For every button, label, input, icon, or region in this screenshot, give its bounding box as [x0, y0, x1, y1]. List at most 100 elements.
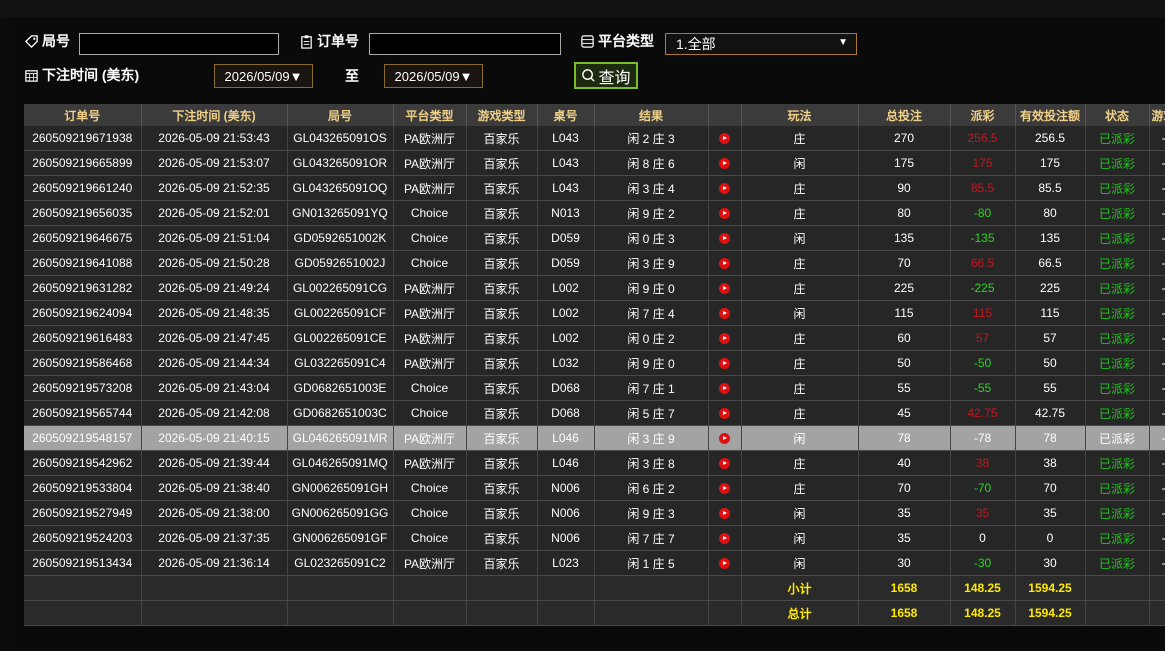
video-play-icon[interactable]: [719, 358, 730, 370]
video-play-icon[interactable]: [719, 308, 730, 320]
video-play-icon[interactable]: [719, 558, 730, 570]
platform-cell: PA欧洲厅: [393, 175, 467, 201]
game-extra-cell: -: [1149, 425, 1165, 451]
game-extra-cell: -: [1149, 550, 1165, 576]
game-extra-cell: -: [1149, 325, 1165, 351]
payout-cell: -70: [950, 475, 1016, 501]
platform-cell: Choice: [393, 225, 467, 251]
platform-cell: Choice: [393, 500, 467, 526]
order-no-cell: 260509219513434: [24, 550, 142, 576]
game-no-cell: GL043265091OR: [287, 150, 394, 176]
bet-time-cell: 2026-05-09 21:36:14: [141, 550, 288, 576]
valid-bet-cell: 35: [1015, 500, 1086, 526]
column-header: 状态: [1085, 104, 1150, 126]
table-row[interactable]: 260509219527949 2026-05-09 21:38:00 GN0062…: [24, 500, 1165, 526]
bet-record-table: 订单号 下注时间 (美东) 局号 平台类型 游戏类型 桌号 结果 玩法 总投注 派彩 有效投注额 状态…: [24, 104, 1165, 626]
video-play-icon[interactable]: [719, 133, 730, 145]
total-bet-cell: 135: [858, 225, 951, 251]
valid-bet-cell: 115: [1015, 300, 1086, 326]
table-row[interactable]: 260509219661240 2026-05-09 21:52:35 GL0432…: [24, 175, 1165, 201]
table-row[interactable]: 260509219641088 2026-05-09 21:50:28 GD0592…: [24, 250, 1165, 276]
video-play-icon[interactable]: [719, 258, 730, 270]
table-row[interactable]: 260509219513434 2026-05-09 21:36:14 GL0232…: [24, 550, 1165, 576]
status-cell: 已派彩: [1085, 550, 1150, 576]
payout-cell: -78: [950, 425, 1016, 451]
game-type-cell: 百家乐: [466, 300, 538, 326]
game-no-cell: GD0592651002K: [287, 225, 394, 251]
video-play-icon[interactable]: [719, 533, 730, 545]
video-play-icon[interactable]: [719, 508, 730, 520]
total-row-payout: 148.25: [950, 600, 1016, 626]
table-row[interactable]: 260509219665899 2026-05-09 21:53:07 GL0432…: [24, 150, 1165, 176]
table-row[interactable]: 260509219573208 2026-05-09 21:43:04 GD0682…: [24, 375, 1165, 401]
column-header: 局号: [287, 104, 394, 126]
status-cell: 已派彩: [1085, 500, 1150, 526]
status-cell: 已派彩: [1085, 200, 1150, 226]
result-cell: 闲 9 庄 0: [594, 350, 709, 376]
table-no-cell: D068: [537, 400, 595, 426]
game-type-cell: 百家乐: [466, 500, 538, 526]
column-header: 游戏: [1149, 104, 1165, 126]
bet-time-cell: 2026-05-09 21:50:28: [141, 250, 288, 276]
bet-time-cell: 2026-05-09 21:52:35: [141, 175, 288, 201]
video-play-icon[interactable]: [719, 433, 730, 445]
replay-cell: [708, 126, 742, 151]
order-no-cell: 260509219548157: [24, 425, 142, 451]
video-play-icon[interactable]: [719, 383, 730, 395]
table-row[interactable]: 260509219542962 2026-05-09 21:39:44 GL0462…: [24, 450, 1165, 476]
table-no-cell: L032: [537, 350, 595, 376]
game-no-input[interactable]: [79, 33, 279, 55]
game-extra-cell: -: [1149, 300, 1165, 326]
video-play-icon[interactable]: [719, 408, 730, 420]
video-play-icon[interactable]: [719, 208, 730, 220]
table-row[interactable]: 260509219616483 2026-05-09 21:47:45 GL0022…: [24, 325, 1165, 351]
total-bet-cell: 50: [858, 350, 951, 376]
table-row[interactable]: 260509219624094 2026-05-09 21:48:35 GL0022…: [24, 300, 1165, 326]
table-row[interactable]: 260509219565744 2026-05-09 21:42:08 GD0682…: [24, 400, 1165, 426]
table-row[interactable]: 260509219646675 2026-05-09 21:51:04 GD0592…: [24, 225, 1165, 251]
result-cell: 闲 9 庄 2: [594, 200, 709, 226]
game-type-cell: 百家乐: [466, 400, 538, 426]
date-from-picker[interactable]: 2026/05/09▼: [214, 64, 313, 88]
result-cell: 闲 3 庄 4: [594, 175, 709, 201]
result-cell: 闲 3 庄 8: [594, 450, 709, 476]
video-play-icon[interactable]: [719, 458, 730, 470]
video-play-icon[interactable]: [719, 183, 730, 195]
table-row[interactable]: 260509219524203 2026-05-09 21:37:35 GN0062…: [24, 525, 1165, 551]
bet-type-cell: 闲: [741, 550, 859, 576]
table-row[interactable]: 260509219656035 2026-05-09 21:52:01 GN0132…: [24, 200, 1165, 226]
table-row[interactable]: 260509219533804 2026-05-09 21:38:40 GN0062…: [24, 475, 1165, 501]
empty-cell: [594, 600, 709, 626]
empty-cell: [287, 575, 394, 601]
platform-select[interactable]: 1.全部 ▼: [665, 33, 857, 55]
platform-cell: PA欧洲厅: [393, 425, 467, 451]
empty-cell: [141, 600, 288, 626]
column-header: 派彩: [950, 104, 1016, 126]
video-play-icon[interactable]: [719, 333, 730, 345]
replay-cell: [708, 400, 742, 426]
table-row[interactable]: 260509219671938 2026-05-09 21:53:43 GL0432…: [24, 126, 1165, 151]
platform-cell: PA欧洲厅: [393, 325, 467, 351]
video-play-icon[interactable]: [719, 158, 730, 170]
valid-bet-cell: 256.5: [1015, 126, 1086, 151]
video-play-icon[interactable]: [719, 283, 730, 295]
table-row[interactable]: 260509219631282 2026-05-09 21:49:24 GL0022…: [24, 275, 1165, 301]
replay-cell: [708, 350, 742, 376]
empty-cell: [708, 575, 742, 601]
game-no-label: 局号: [24, 31, 70, 51]
result-cell: 闲 7 庄 7: [594, 525, 709, 551]
table-row[interactable]: 260509219548157 2026-05-09 21:40:15 GL0462…: [24, 425, 1165, 451]
total-bet-cell: 80: [858, 200, 951, 226]
date-to-picker[interactable]: 2026/05/09▼: [384, 64, 483, 88]
column-header: 下注时间 (美东): [141, 104, 288, 126]
bet-time-cell: 2026-05-09 21:51:04: [141, 225, 288, 251]
table-no-cell: L023: [537, 550, 595, 576]
table-row[interactable]: 260509219586468 2026-05-09 21:44:34 GL0322…: [24, 350, 1165, 376]
video-play-icon[interactable]: [719, 233, 730, 245]
platform-cell: PA欧洲厅: [393, 300, 467, 326]
result-cell: 闲 1 庄 5: [594, 550, 709, 576]
video-play-icon[interactable]: [719, 483, 730, 495]
order-no-input[interactable]: [369, 33, 561, 55]
total-bet-cell: 70: [858, 250, 951, 276]
query-button[interactable]: 查询: [574, 62, 638, 89]
